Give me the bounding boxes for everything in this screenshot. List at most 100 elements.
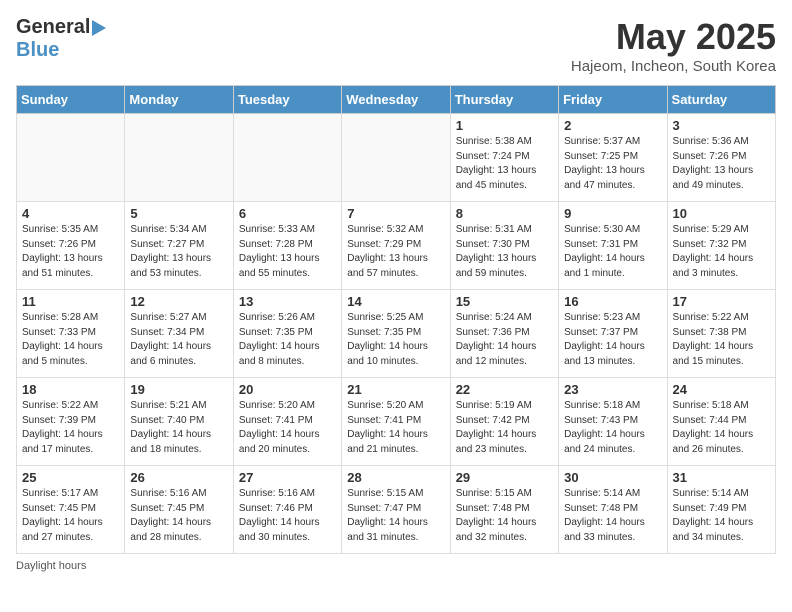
cell-info: Sunrise: 5:20 AM Sunset: 7:41 PM Dayligh… <box>347 399 444 457</box>
calendar-cell: 26 Sunrise: 5:16 AM Sunset: 7:45 PM Dayli… <box>125 466 233 554</box>
cell-info: Sunrise: 5:21 AM Sunset: 7:40 PM Dayligh… <box>130 399 227 457</box>
cell-info: Sunrise: 5:36 AM Sunset: 7:26 PM Dayligh… <box>673 135 770 193</box>
day-number: 1 <box>456 118 553 133</box>
day-header-monday: Monday <box>125 86 233 114</box>
cell-info: Sunrise: 5:38 AM Sunset: 7:24 PM Dayligh… <box>456 135 553 193</box>
calendar-cell: 2Sunrise: 5:37 AM Sunset: 7:25 PM Daylig… <box>559 114 667 202</box>
cell-info: Sunrise: 5:35 AM Sunset: 7:26 PM Dayligh… <box>22 223 119 281</box>
month-title: May 2025 <box>571 16 776 58</box>
calendar-cell: 8 Sunrise: 5:31 AM Sunset: 7:30 PM Daylig… <box>450 202 558 290</box>
calendar-cell: 18Sunrise: 5:22 AM Sunset: 7:39 PM Dayli… <box>17 378 125 466</box>
cell-info: Sunrise: 5:29 AM Sunset: 7:32 PM Dayligh… <box>673 223 770 281</box>
calendar-cell: 3 Sunrise: 5:36 AM Sunset: 7:26 PM Daylig… <box>667 114 775 202</box>
day-number: 10 <box>673 206 770 221</box>
calendar-cell: 19 Sunrise: 5:21 AM Sunset: 7:40 PM Dayli… <box>125 378 233 466</box>
cell-info: Sunrise: 5:24 AM Sunset: 7:36 PM Dayligh… <box>456 311 553 369</box>
cell-info: Sunrise: 5:31 AM Sunset: 7:30 PM Dayligh… <box>456 223 553 281</box>
calendar-cell: 15 Sunrise: 5:24 AM Sunset: 7:36 PM Dayli… <box>450 290 558 378</box>
day-number: 15 <box>456 294 553 309</box>
day-number: 4 <box>22 206 119 221</box>
calendar-cell: 1 Sunrise: 5:38 AM Sunset: 7:24 PM Daylig… <box>450 114 558 202</box>
day-number: 23 <box>564 382 661 397</box>
day-number: 21 <box>347 382 444 397</box>
calendar-cell <box>233 114 341 202</box>
day-number: 7 <box>347 206 444 221</box>
calendar-cell: 10 Sunrise: 5:29 AM Sunset: 7:32 PM Dayli… <box>667 202 775 290</box>
calendar-cell: 11 Sunrise: 5:28 AM Sunset: 7:33 PM Dayli… <box>17 290 125 378</box>
daylight-hours-label: Daylight hours <box>16 560 86 572</box>
calendar-cell <box>342 114 450 202</box>
day-number: 16 <box>564 294 661 309</box>
calendar-cell: 22Sunrise: 5:19 AM Sunset: 7:42 PM Dayli… <box>450 378 558 466</box>
day-number: 17 <box>673 294 770 309</box>
calendar-cell: 5Sunrise: 5:34 AM Sunset: 7:27 PM Daylig… <box>125 202 233 290</box>
day-number: 19 <box>130 382 227 397</box>
day-number: 25 <box>22 470 119 485</box>
day-number: 2 <box>564 118 661 133</box>
day-number: 5 <box>130 206 227 221</box>
logo-general-text: General <box>16 16 90 39</box>
calendar-cell: 27Sunrise: 5:16 AM Sunset: 7:46 PM Dayli… <box>233 466 341 554</box>
day-number: 3 <box>673 118 770 133</box>
day-number: 31 <box>673 470 770 485</box>
day-number: 8 <box>456 206 553 221</box>
calendar-table: SundayMondayTuesdayWednesdayThursdayFrid… <box>16 85 776 554</box>
location-title: Hajeom, Incheon, South Korea <box>571 58 776 75</box>
calendar-week-row: 4 Sunrise: 5:35 AM Sunset: 7:26 PM Daylig… <box>17 202 776 290</box>
day-number: 11 <box>22 294 119 309</box>
cell-info: Sunrise: 5:32 AM Sunset: 7:29 PM Dayligh… <box>347 223 444 281</box>
day-number: 18 <box>22 382 119 397</box>
day-number: 20 <box>239 382 336 397</box>
calendar-cell: 25 Sunrise: 5:17 AM Sunset: 7:45 PM Dayli… <box>17 466 125 554</box>
cell-info: Sunrise: 5:33 AM Sunset: 7:28 PM Dayligh… <box>239 223 336 281</box>
calendar-cell: 28 Sunrise: 5:15 AM Sunset: 7:47 PM Dayli… <box>342 466 450 554</box>
calendar-cell: 9Sunrise: 5:30 AM Sunset: 7:31 PM Daylig… <box>559 202 667 290</box>
day-header-saturday: Saturday <box>667 86 775 114</box>
footer-note: Daylight hours <box>16 560 776 572</box>
calendar-cell: 14 Sunrise: 5:25 AM Sunset: 7:35 PM Dayli… <box>342 290 450 378</box>
calendar-week-row: 25 Sunrise: 5:17 AM Sunset: 7:45 PM Dayli… <box>17 466 776 554</box>
day-header-thursday: Thursday <box>450 86 558 114</box>
cell-info: Sunrise: 5:26 AM Sunset: 7:35 PM Dayligh… <box>239 311 336 369</box>
day-number: 29 <box>456 470 553 485</box>
calendar-cell: 7 Sunrise: 5:32 AM Sunset: 7:29 PM Daylig… <box>342 202 450 290</box>
calendar-cell: 31 Sunrise: 5:14 AM Sunset: 7:49 PM Dayli… <box>667 466 775 554</box>
logo-arrow-icon <box>92 20 106 36</box>
calendar-cell: 23 Sunrise: 5:18 AM Sunset: 7:43 PM Dayli… <box>559 378 667 466</box>
calendar-cell: 24Sunrise: 5:18 AM Sunset: 7:44 PM Dayli… <box>667 378 775 466</box>
cell-info: Sunrise: 5:15 AM Sunset: 7:48 PM Dayligh… <box>456 487 553 545</box>
cell-info: Sunrise: 5:16 AM Sunset: 7:45 PM Dayligh… <box>130 487 227 545</box>
day-number: 13 <box>239 294 336 309</box>
cell-info: Sunrise: 5:27 AM Sunset: 7:34 PM Dayligh… <box>130 311 227 369</box>
calendar-cell: 30 Sunrise: 5:14 AM Sunset: 7:48 PM Dayli… <box>559 466 667 554</box>
day-number: 26 <box>130 470 227 485</box>
day-header-tuesday: Tuesday <box>233 86 341 114</box>
calendar-cell: 16 Sunrise: 5:23 AM Sunset: 7:37 PM Dayli… <box>559 290 667 378</box>
calendar-cell: 29 Sunrise: 5:15 AM Sunset: 7:48 PM Dayli… <box>450 466 558 554</box>
day-header-wednesday: Wednesday <box>342 86 450 114</box>
day-number: 24 <box>673 382 770 397</box>
cell-info: Sunrise: 5:14 AM Sunset: 7:48 PM Dayligh… <box>564 487 661 545</box>
calendar-cell: 4 Sunrise: 5:35 AM Sunset: 7:26 PM Daylig… <box>17 202 125 290</box>
cell-info: Sunrise: 5:30 AM Sunset: 7:31 PM Dayligh… <box>564 223 661 281</box>
page-header: General Blue May 2025 Hajeom, Incheon, S… <box>16 16 776 75</box>
day-number: 6 <box>239 206 336 221</box>
calendar-cell: 20Sunrise: 5:20 AM Sunset: 7:41 PM Dayli… <box>233 378 341 466</box>
day-number: 14 <box>347 294 444 309</box>
cell-info: Sunrise: 5:18 AM Sunset: 7:43 PM Dayligh… <box>564 399 661 457</box>
day-number: 12 <box>130 294 227 309</box>
cell-info: Sunrise: 5:14 AM Sunset: 7:49 PM Dayligh… <box>673 487 770 545</box>
calendar-week-row: 1 Sunrise: 5:38 AM Sunset: 7:24 PM Daylig… <box>17 114 776 202</box>
day-number: 27 <box>239 470 336 485</box>
cell-info: Sunrise: 5:15 AM Sunset: 7:47 PM Dayligh… <box>347 487 444 545</box>
cell-info: Sunrise: 5:23 AM Sunset: 7:37 PM Dayligh… <box>564 311 661 369</box>
day-number: 30 <box>564 470 661 485</box>
day-number: 22 <box>456 382 553 397</box>
day-number: 28 <box>347 470 444 485</box>
calendar-week-row: 18Sunrise: 5:22 AM Sunset: 7:39 PM Dayli… <box>17 378 776 466</box>
cell-info: Sunrise: 5:28 AM Sunset: 7:33 PM Dayligh… <box>22 311 119 369</box>
calendar-cell <box>17 114 125 202</box>
cell-info: Sunrise: 5:25 AM Sunset: 7:35 PM Dayligh… <box>347 311 444 369</box>
cell-info: Sunrise: 5:17 AM Sunset: 7:45 PM Dayligh… <box>22 487 119 545</box>
days-header-row: SundayMondayTuesdayWednesdayThursdayFrid… <box>17 86 776 114</box>
